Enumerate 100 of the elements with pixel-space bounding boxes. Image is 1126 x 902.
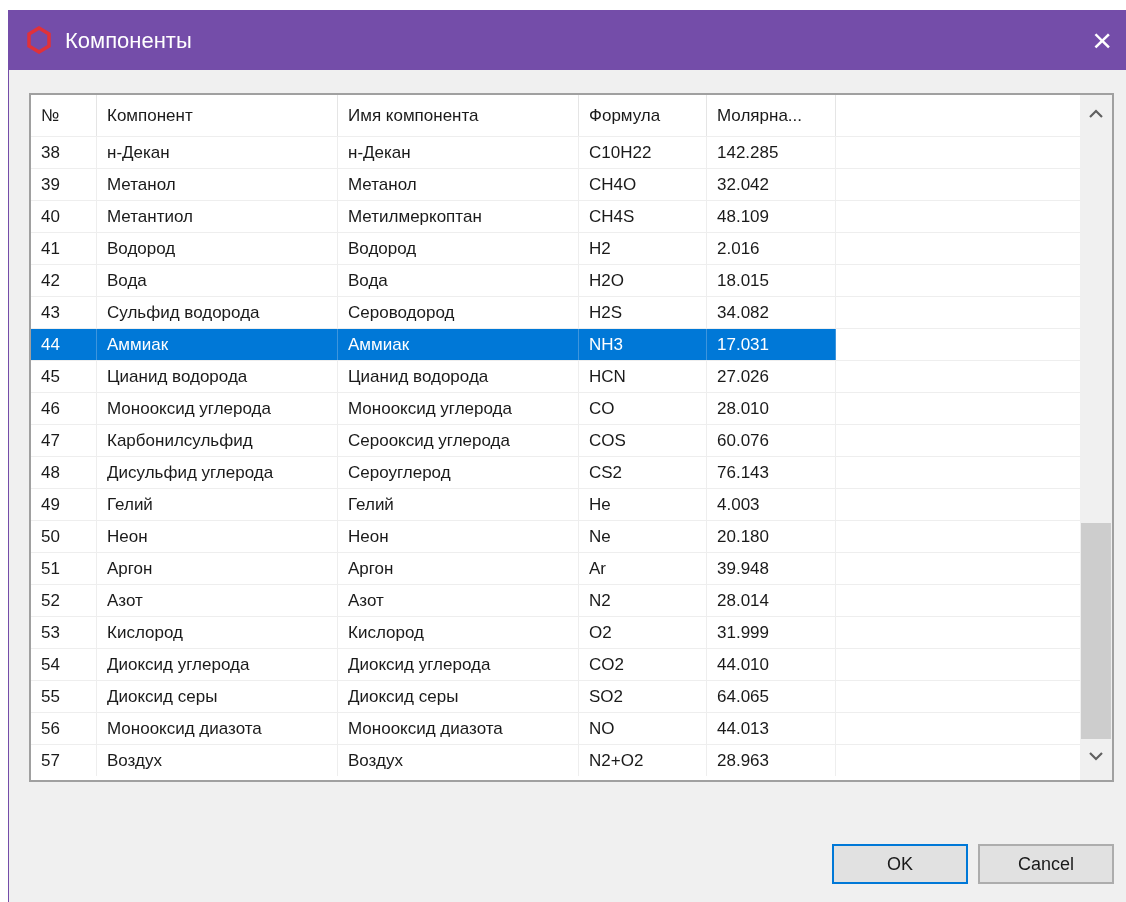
table-cell: 56 xyxy=(31,713,97,744)
table-cell: 34.082 xyxy=(707,297,836,328)
table-row[interactable]: 42 Вода Вода H2O 18.015 xyxy=(31,264,1080,296)
table-cell: Аммиак xyxy=(97,329,338,360)
table-cell: CH4S xyxy=(579,201,707,232)
table-cell: 142.285 xyxy=(707,137,836,168)
table-cell: Аргон xyxy=(338,553,579,584)
table-cell: 52 xyxy=(31,585,97,616)
table-row[interactable]: 39 Метанол Метанол CH4O 32.042 xyxy=(31,168,1080,200)
table-cell: CO xyxy=(579,393,707,424)
table-row[interactable]: 41 Водород Водород H2 2.016 xyxy=(31,232,1080,264)
table-cell: Монооксид диазота xyxy=(338,713,579,744)
table-cell: Воздух xyxy=(97,745,338,776)
table-cell: 47 xyxy=(31,425,97,456)
table-cell: Монооксид диазота xyxy=(97,713,338,744)
table-cell: Сероводород xyxy=(338,297,579,328)
table-row[interactable]: 56 Монооксид диазота Монооксид диазота NO 44.013 xyxy=(31,712,1080,744)
table-cell: Монооксид углерода xyxy=(97,393,338,424)
table-cell: 48 xyxy=(31,457,97,488)
column-header[interactable]: Формула xyxy=(579,95,707,136)
table-cell: Кислород xyxy=(97,617,338,648)
table-cell: 48.109 xyxy=(707,201,836,232)
table-cell: Сероуглерод xyxy=(338,457,579,488)
table-cell: 28.010 xyxy=(707,393,836,424)
table-cell: Диоксид серы xyxy=(97,681,338,712)
table-cell: 31.999 xyxy=(707,617,836,648)
table-cell: 54 xyxy=(31,649,97,680)
table-cell: 43 xyxy=(31,297,97,328)
table-row[interactable]: 45 Цианид водорода Цианид водорода HCN 27.026 xyxy=(31,360,1080,392)
table-cell: Диоксид углерода xyxy=(97,649,338,680)
table-cell: CO2 xyxy=(579,649,707,680)
column-header[interactable]: № xyxy=(31,95,97,136)
table-cell: Диоксид углерода xyxy=(338,649,579,680)
table-row[interactable]: 48 Дисульфид углерода Сероуглерод CS2 76.143 xyxy=(31,456,1080,488)
window-title: Компоненты xyxy=(65,26,192,55)
table-cell: Карбонилсульфид xyxy=(97,425,338,456)
table-cell: 40 xyxy=(31,201,97,232)
column-header[interactable]: Молярна... xyxy=(707,95,836,136)
table-cell: 41 xyxy=(31,233,97,264)
table-cell: N2+O2 xyxy=(579,745,707,776)
table-row[interactable]: 53 Кислород Кислород O2 31.999 xyxy=(31,616,1080,648)
close-button[interactable]: × xyxy=(1092,23,1112,57)
table-cell: 39 xyxy=(31,169,97,200)
table-cell: 76.143 xyxy=(707,457,836,488)
table-cell: 57 xyxy=(31,745,97,776)
table-cell: Гелий xyxy=(338,489,579,520)
table-cell: Воздух xyxy=(338,745,579,776)
table-cell: Ne xyxy=(579,521,707,552)
table-cell: Аммиак xyxy=(338,329,579,360)
table-cell: 2.016 xyxy=(707,233,836,264)
table-row[interactable]: 46 Монооксид углерода Монооксид углерода CO 28.010 xyxy=(31,392,1080,424)
table-cell: 44.010 xyxy=(707,649,836,680)
table-cell: 4.003 xyxy=(707,489,836,520)
table-cell: Метилмеркоптан xyxy=(338,201,579,232)
table-cell: C10H22 xyxy=(579,137,707,168)
table-row[interactable]: 51 Аргон Аргон Ar 39.948 xyxy=(31,552,1080,584)
column-header[interactable]: Имя компонента xyxy=(338,95,579,136)
table-cell: Азот xyxy=(97,585,338,616)
table-row[interactable]: 40 Метантиол Метилмеркоптан CH4S 48.109 xyxy=(31,200,1080,232)
table-row[interactable]: 44 Аммиак Аммиак NH3 17.031 xyxy=(31,328,1080,360)
table-cell: 18.015 xyxy=(707,265,836,296)
table-cell: Водород xyxy=(338,233,579,264)
scroll-up-icon[interactable] xyxy=(1088,109,1104,119)
table-cell: Неон xyxy=(338,521,579,552)
table-cell: He xyxy=(579,489,707,520)
dialog-button[interactable]: OK xyxy=(832,844,968,884)
table-cell: 32.042 xyxy=(707,169,836,200)
table-cell: COS xyxy=(579,425,707,456)
column-header[interactable]: Компонент xyxy=(97,95,338,136)
table-cell: 39.948 xyxy=(707,553,836,584)
table-row[interactable]: 47 Карбонилсульфид Серооксид углерода COS 60.076 xyxy=(31,424,1080,456)
table-cell: NO xyxy=(579,713,707,744)
table-cell: Вода xyxy=(97,265,338,296)
dialog-button[interactable]: Cancel xyxy=(978,844,1114,884)
table-row[interactable]: 43 Сульфид водорода Сероводород H2S 34.082 xyxy=(31,296,1080,328)
table-cell: SO2 xyxy=(579,681,707,712)
scrollbar-thumb[interactable] xyxy=(1081,523,1111,739)
table-cell: Сульфид водорода xyxy=(97,297,338,328)
table-cell: Метанол xyxy=(97,169,338,200)
table-cell: 44.013 xyxy=(707,713,836,744)
table-row[interactable]: 38 н-Декан н-Декан C10H22 142.285 xyxy=(31,136,1080,168)
table-row[interactable]: 54 Диоксид углерода Диоксид углерода CO2 44.010 xyxy=(31,648,1080,680)
table-cell: Цианид водорода xyxy=(338,361,579,392)
scrollbar[interactable] xyxy=(1080,95,1112,780)
table-row[interactable]: 52 Азот Азот N2 28.014 xyxy=(31,584,1080,616)
table-cell: CS2 xyxy=(579,457,707,488)
table-row[interactable]: 57 Воздух Воздух N2+O2 28.963 xyxy=(31,744,1080,776)
scroll-down-icon[interactable] xyxy=(1088,751,1104,761)
table-row[interactable]: 49 Гелий Гелий He 4.003 xyxy=(31,488,1080,520)
table-cell: H2 xyxy=(579,233,707,264)
table-cell: Диоксид серы xyxy=(338,681,579,712)
table-row[interactable]: 50 Неон Неон Ne 20.180 xyxy=(31,520,1080,552)
table-cell: 60.076 xyxy=(707,425,836,456)
table-cell: H2O xyxy=(579,265,707,296)
table-cell: Ar xyxy=(579,553,707,584)
table-cell: Аргон xyxy=(97,553,338,584)
table-cell: 20.180 xyxy=(707,521,836,552)
table-row[interactable]: 55 Диоксид серы Диоксид серы SO2 64.065 xyxy=(31,680,1080,712)
table-cell: Цианид водорода xyxy=(97,361,338,392)
table-cell: 53 xyxy=(31,617,97,648)
